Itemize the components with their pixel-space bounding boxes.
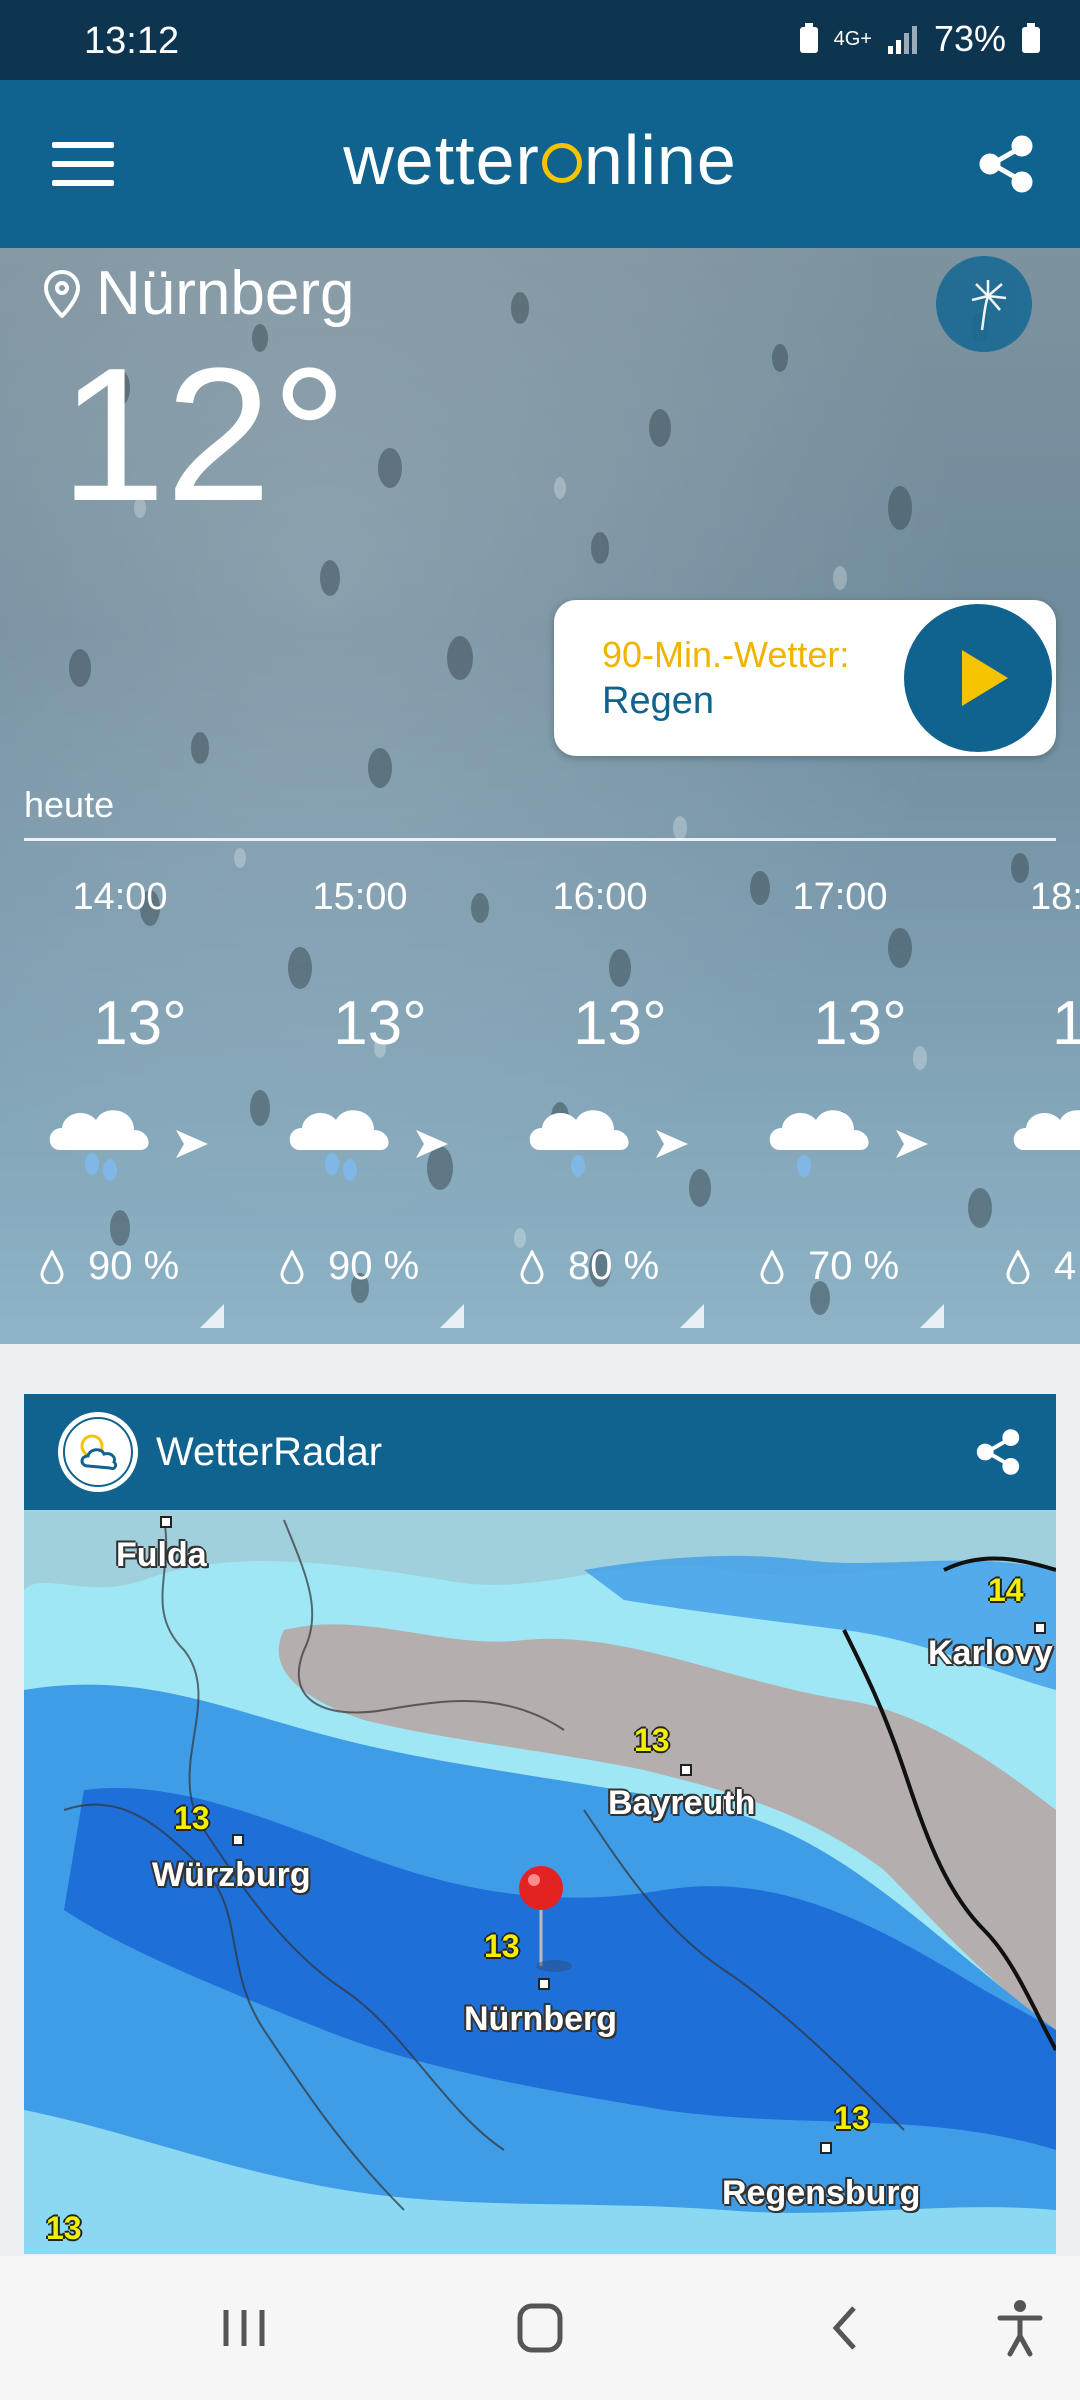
hour-time: 15:00	[312, 876, 408, 918]
location-name: Nürnberg	[96, 259, 355, 328]
hourly-forecast-item[interactable]: 16:00 13° 80 %	[480, 876, 720, 1328]
cloud-icon	[1013, 1110, 1080, 1150]
raindrop-icon	[40, 1249, 64, 1284]
city-marker	[232, 1834, 244, 1846]
radar-temperature: 13	[484, 1928, 520, 1964]
hourly-forecast-item[interactable]: 15:00 13° 90 %	[240, 876, 480, 1328]
hour-time: 16:00	[552, 876, 648, 918]
status-icons: 4G+ 73%	[798, 18, 1042, 60]
network-type: 4G+	[833, 28, 872, 50]
home-button[interactable]	[500, 2296, 580, 2360]
cloud-heavy-rain-icon	[49, 1110, 149, 1181]
location-pin-icon	[44, 269, 80, 318]
radar-temperature: 13	[46, 2210, 82, 2246]
play-button[interactable]	[904, 604, 1052, 752]
accessibility-button[interactable]	[980, 2296, 1060, 2360]
current-temperature: 12°	[60, 329, 348, 541]
share-button[interactable]	[976, 134, 1036, 194]
radar-temperature: 13	[634, 1722, 670, 1758]
precip-probability: 4	[1006, 1244, 1076, 1289]
expand-corner	[200, 1304, 224, 1328]
expand-corner	[680, 1304, 704, 1328]
nowcast-title: 90-Min.-Wetter:	[602, 634, 850, 675]
back-button[interactable]	[806, 2296, 886, 2360]
day-label: heute	[24, 784, 115, 825]
share-icon	[979, 135, 1033, 193]
radar-temperature: 14	[988, 1572, 1024, 1608]
home-icon	[517, 2303, 563, 2353]
hour-temp: 13°	[573, 989, 667, 1058]
hourly-forecast-item[interactable]: 17:00 13° 70 %	[720, 876, 960, 1328]
wind-direction-icon	[176, 1130, 208, 1158]
city-label: Nürnberg	[464, 2000, 617, 2038]
hour-time: 14:00	[72, 876, 168, 918]
accessibility-icon	[997, 2300, 1043, 2357]
hour-temp: 13°	[813, 989, 907, 1058]
status-bar: 13:12 4G+ 73%	[0, 0, 1080, 80]
hour-temp: 13°	[333, 989, 427, 1058]
raindrop-icon	[280, 1249, 304, 1284]
wind-direction-icon	[896, 1130, 928, 1158]
city-label: Karlovy	[928, 1634, 1053, 1672]
city-marker	[538, 1978, 550, 1990]
dandelion-icon	[971, 280, 1007, 331]
expand-corner	[920, 1304, 944, 1328]
hour-time: 17:00	[792, 876, 888, 918]
city-label: Bayreuth	[608, 1784, 756, 1822]
city-label: Regensburg	[722, 2174, 921, 2212]
recent-apps-button[interactable]	[204, 2296, 284, 2360]
radar-header: WetterRadar	[24, 1394, 1056, 1510]
hour-time: 18:	[1030, 876, 1080, 918]
city-marker	[680, 1764, 692, 1776]
radar-sun-cloud-icon	[58, 1412, 138, 1492]
radar-temperature: 13	[834, 2100, 870, 2136]
radar-temperature: 13	[174, 1800, 210, 1836]
current-weather-panel: Nürnberg 12° 90-Min.-Wetter: Regen heute…	[0, 248, 1080, 1344]
precip-probability: 90 %	[280, 1244, 419, 1289]
cloud-rain-icon	[769, 1110, 869, 1177]
city-label: Würzburg	[152, 1856, 311, 1894]
share-icon[interactable]	[974, 1428, 1022, 1476]
precip-probability: 80 %	[520, 1244, 659, 1289]
raindrop-icon	[1006, 1249, 1030, 1284]
nowcast-value: Regen	[602, 680, 714, 722]
app-logo: wetter nline	[343, 121, 737, 199]
city-marker	[820, 2142, 832, 2154]
precip-probability: 90 %	[40, 1244, 179, 1289]
radar-card[interactable]: WetterRadar Fulda Karlovy 14 Bayreuth 13…	[24, 1394, 1056, 2254]
system-nav-bar	[0, 2256, 1080, 2400]
divider	[24, 838, 1056, 841]
hourly-forecast-item[interactable]: 18: 1 4	[960, 876, 1080, 1316]
wind-direction-icon	[416, 1130, 448, 1158]
hour-temp: 1	[1052, 989, 1080, 1058]
radar-title: WetterRadar	[156, 1430, 383, 1474]
battery-percent: 73%	[933, 18, 1006, 59]
pollen-button[interactable]	[936, 256, 1032, 352]
raindrop-icon	[760, 1249, 784, 1284]
location-marker-icon	[519, 1866, 563, 1910]
signal-icon	[887, 26, 917, 54]
location-row[interactable]: Nürnberg	[44, 258, 354, 329]
expand-corner	[440, 1304, 464, 1328]
raindrop-icon	[520, 1249, 544, 1284]
city-label: Fulda	[116, 1536, 207, 1574]
status-time: 13:12	[84, 20, 180, 62]
back-icon	[832, 2306, 856, 2350]
hour-temp: 13°	[93, 989, 187, 1058]
city-marker	[160, 1516, 172, 1528]
nowcast-card[interactable]: 90-Min.-Wetter: Regen	[554, 600, 1056, 756]
radar-map[interactable]: Fulda Karlovy 14 Bayreuth 13 Würzburg 13…	[24, 1510, 1056, 2254]
logo-o-mark	[541, 142, 582, 183]
city-marker	[1034, 1622, 1046, 1634]
precip-probability: 70 %	[760, 1244, 899, 1289]
cloud-rain-icon	[529, 1110, 629, 1177]
cloud-heavy-rain-icon	[289, 1110, 389, 1181]
hourly-forecast-item[interactable]: 14:00 13° 90 %	[0, 876, 240, 1328]
wind-direction-icon	[656, 1130, 688, 1158]
recent-apps-icon	[223, 2310, 265, 2346]
battery-saver-icon	[799, 23, 818, 53]
app-header: wetter nline	[0, 80, 1080, 248]
battery-icon	[1022, 23, 1040, 53]
